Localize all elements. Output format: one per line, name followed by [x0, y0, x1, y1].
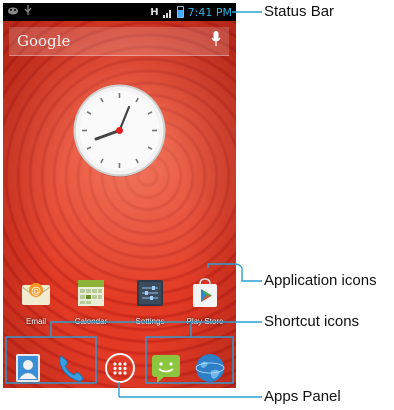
- analog-clock-widget[interactable]: [72, 83, 167, 178]
- svg-text:@: @: [31, 286, 41, 297]
- app-email[interactable]: @ Email: [10, 277, 62, 326]
- google-search-bar[interactable]: Google: [9, 27, 229, 56]
- status-time: 7:41 PM: [187, 5, 232, 19]
- app-calendar[interactable]: Calendar: [65, 277, 117, 326]
- phone-icon[interactable]: [54, 351, 88, 385]
- app-label: Play Store: [186, 317, 224, 326]
- play-store-icon: [189, 277, 221, 309]
- dock: [3, 343, 236, 388]
- email-icon: @: [20, 277, 52, 309]
- status-bar: H 7:41 PM: [3, 3, 236, 21]
- app-label: Settings: [135, 317, 165, 326]
- contacts-icon[interactable]: [12, 351, 46, 385]
- settings-icon: [134, 277, 166, 309]
- app-label: Calendar: [74, 317, 108, 326]
- battery-icon: [176, 6, 184, 18]
- app-settings[interactable]: Settings: [124, 277, 176, 326]
- phone-screen: H 7:41 PM Google @ Email Calendar Settin…: [3, 3, 236, 388]
- browser-icon[interactable]: [193, 351, 227, 385]
- messaging-icon[interactable]: [149, 351, 183, 385]
- microphone-icon[interactable]: [211, 31, 221, 51]
- usb-icon: [24, 5, 32, 19]
- app-play-store[interactable]: Play Store: [179, 277, 231, 326]
- search-label: Google: [17, 32, 71, 50]
- app-label: Email: [25, 317, 46, 326]
- apps-panel-icon[interactable]: [103, 351, 137, 385]
- callout-apps-panel: Apps Panel: [264, 388, 341, 405]
- callout-shortcut-icons: Shortcut icons: [264, 313, 360, 330]
- android-debug-icon: [7, 5, 19, 19]
- signal-icon: [162, 3, 173, 22]
- callout-status-bar: Status Bar: [264, 3, 335, 20]
- calendar-icon: [75, 277, 107, 309]
- callout-application-icons: Application icons: [264, 272, 377, 289]
- network-type: H: [150, 6, 159, 18]
